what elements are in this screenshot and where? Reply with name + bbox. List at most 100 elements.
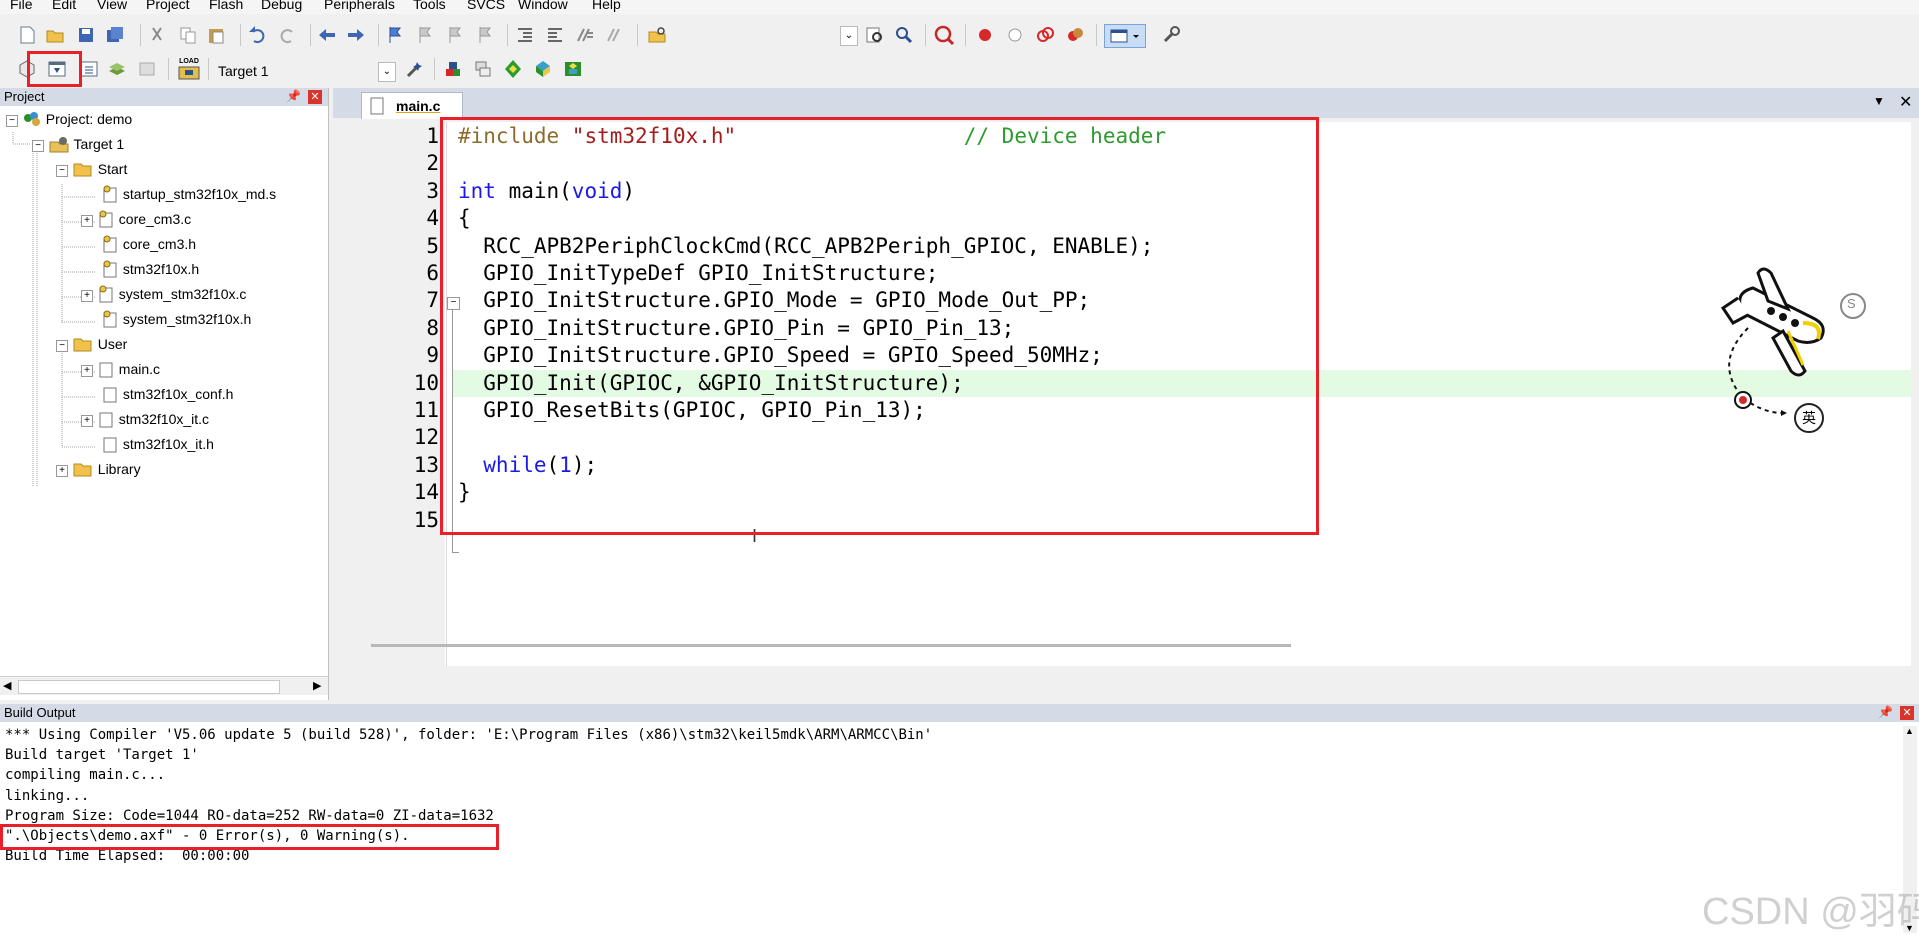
- ime-airplane-widget[interactable]: S 英: [1703, 253, 1873, 433]
- cut-icon[interactable]: [146, 24, 168, 46]
- find-dropdown[interactable]: ⌄: [840, 26, 858, 46]
- tree-item-file[interactable]: + system_stm32f10x.c: [81, 285, 246, 306]
- batch-build-icon[interactable]: [106, 58, 128, 80]
- menu-debug[interactable]: Debug: [261, 0, 302, 12]
- new-file-icon[interactable]: [16, 24, 38, 46]
- tab-list-icon[interactable]: ▼: [1873, 94, 1885, 108]
- folder-open-icon: [72, 335, 94, 356]
- close-tab-icon[interactable]: ✕: [1899, 92, 1912, 112]
- manage-project-items-icon[interactable]: [442, 58, 464, 80]
- expand-icon[interactable]: +: [56, 464, 68, 477]
- copy-icon[interactable]: [177, 24, 199, 46]
- download-icon[interactable]: LOAD: [176, 58, 202, 82]
- debug-session-icon[interactable]: [933, 24, 955, 46]
- collapse-icon[interactable]: −: [56, 164, 68, 177]
- menu-project[interactable]: Project: [146, 0, 190, 12]
- editor-hscroll-thumb[interactable]: [371, 644, 1291, 647]
- scroll-right-icon[interactable]: ▶: [313, 679, 321, 692]
- tree-item-file[interactable]: core_cm3.h: [101, 235, 196, 256]
- tab-main-c[interactable]: main.c: [361, 92, 463, 119]
- close-icon[interactable]: ✕: [308, 90, 322, 104]
- menu-edit[interactable]: Edit: [52, 0, 76, 12]
- tree-label: main.c: [118, 361, 161, 378]
- project-hscrollbar[interactable]: ◀ ▶: [0, 676, 328, 695]
- redo-icon[interactable]: [277, 24, 299, 46]
- tree-item-file[interactable]: startup_stm32f10x_md.s: [101, 185, 276, 206]
- configure-icon[interactable]: [1160, 24, 1182, 46]
- save-all-icon[interactable]: [104, 24, 126, 46]
- collapse-icon[interactable]: −: [6, 114, 18, 127]
- manage-multi-project-icon[interactable]: [472, 58, 494, 80]
- expand-icon[interactable]: +: [81, 414, 93, 427]
- tree-label: Target 1: [73, 136, 125, 153]
- tree-item-file[interactable]: stm32f10x.h: [101, 260, 199, 281]
- indent-icon[interactable]: [514, 24, 536, 46]
- tree-label: startup_stm32f10x_md.s: [122, 186, 277, 203]
- tree-label: stm32f10x_it.c: [118, 411, 210, 428]
- insert-breakpoint-icon[interactable]: [974, 24, 996, 46]
- pin-icon[interactable]: 📌: [1878, 705, 1893, 719]
- tree-item-file[interactable]: system_stm32f10x.h: [101, 310, 251, 331]
- comment-icon[interactable]: [574, 24, 596, 46]
- tree-item-project[interactable]: − Project: demo: [6, 110, 132, 131]
- tree-item-folder-user[interactable]: − User: [56, 335, 127, 356]
- tree-item-file[interactable]: stm32f10x_conf.h: [101, 385, 233, 406]
- bookmark-icon[interactable]: [384, 24, 406, 46]
- clear-bookmarks-icon[interactable]: [474, 24, 496, 46]
- paste-icon[interactable]: [205, 24, 227, 46]
- navigate-forward-icon[interactable]: [345, 24, 367, 46]
- stop-build-icon[interactable]: [136, 58, 158, 80]
- scroll-thumb[interactable]: [18, 680, 280, 694]
- file-icon: [370, 97, 384, 118]
- pack-installer-icon[interactable]: [562, 58, 584, 80]
- tree-item-target[interactable]: − Target 1: [32, 135, 124, 156]
- find-in-files-icon[interactable]: [646, 24, 668, 46]
- menu-svcs[interactable]: SVCS: [467, 0, 505, 12]
- navigate-back-icon[interactable]: [316, 24, 338, 46]
- collapse-icon[interactable]: −: [56, 339, 68, 352]
- menu-tools[interactable]: Tools: [413, 0, 446, 12]
- menu-peripherals[interactable]: Peripherals: [324, 0, 395, 12]
- ime-badge[interactable]: 英: [1794, 403, 1824, 433]
- disable-breakpoints-icon[interactable]: [1034, 24, 1056, 46]
- prev-bookmark-icon[interactable]: [414, 24, 436, 46]
- kill-breakpoints-icon[interactable]: [1064, 24, 1086, 46]
- undo-icon[interactable]: [246, 24, 268, 46]
- collapse-icon[interactable]: −: [32, 139, 44, 152]
- manage-rte-icon[interactable]: [502, 58, 524, 80]
- open-folder-icon[interactable]: [44, 24, 66, 46]
- find-icon[interactable]: [863, 24, 885, 46]
- s-icon: S: [1847, 296, 1856, 311]
- expand-icon[interactable]: +: [81, 289, 93, 302]
- menu-flash[interactable]: Flash: [209, 0, 243, 12]
- close-icon[interactable]: ✕: [1900, 706, 1914, 720]
- tree-item-file[interactable]: + main.c: [81, 360, 160, 381]
- incremental-find-icon[interactable]: [893, 24, 915, 46]
- menu-help[interactable]: Help: [592, 0, 621, 12]
- tree-item-folder-start[interactable]: − Start: [56, 160, 127, 181]
- expand-icon[interactable]: +: [81, 214, 93, 227]
- enable-breakpoint-icon[interactable]: [1004, 24, 1026, 46]
- scroll-left-icon[interactable]: ◀: [3, 679, 11, 692]
- menu-window[interactable]: Window: [518, 0, 568, 12]
- menu-view[interactable]: View: [97, 0, 127, 12]
- menu-file[interactable]: File: [10, 0, 33, 12]
- airplane-icon: [1720, 267, 1866, 416]
- uncomment-icon[interactable]: [604, 24, 626, 46]
- unindent-icon[interactable]: [544, 24, 566, 46]
- chevron-down-icon[interactable]: ⌄: [378, 62, 396, 82]
- save-icon[interactable]: [75, 24, 97, 46]
- tree-item-file[interactable]: + stm32f10x_it.c: [81, 410, 209, 431]
- tree-item-file[interactable]: + core_cm3.c: [81, 210, 191, 231]
- target-select[interactable]: Target 1 ⌄: [212, 61, 396, 82]
- next-bookmark-icon[interactable]: [444, 24, 466, 46]
- tree-item-folder-library[interactable]: + Library: [56, 460, 141, 481]
- pin-icon[interactable]: 📌: [286, 89, 301, 103]
- expand-icon[interactable]: +: [81, 364, 93, 377]
- file-key-icon: [101, 185, 119, 206]
- target-options-icon[interactable]: [404, 58, 426, 80]
- tree-item-file[interactable]: stm32f10x_it.h: [101, 435, 214, 456]
- window-layout-button[interactable]: [1104, 24, 1146, 48]
- scroll-up-icon[interactable]: ▲: [1905, 726, 1914, 736]
- select-software-packs-icon[interactable]: [532, 58, 554, 80]
